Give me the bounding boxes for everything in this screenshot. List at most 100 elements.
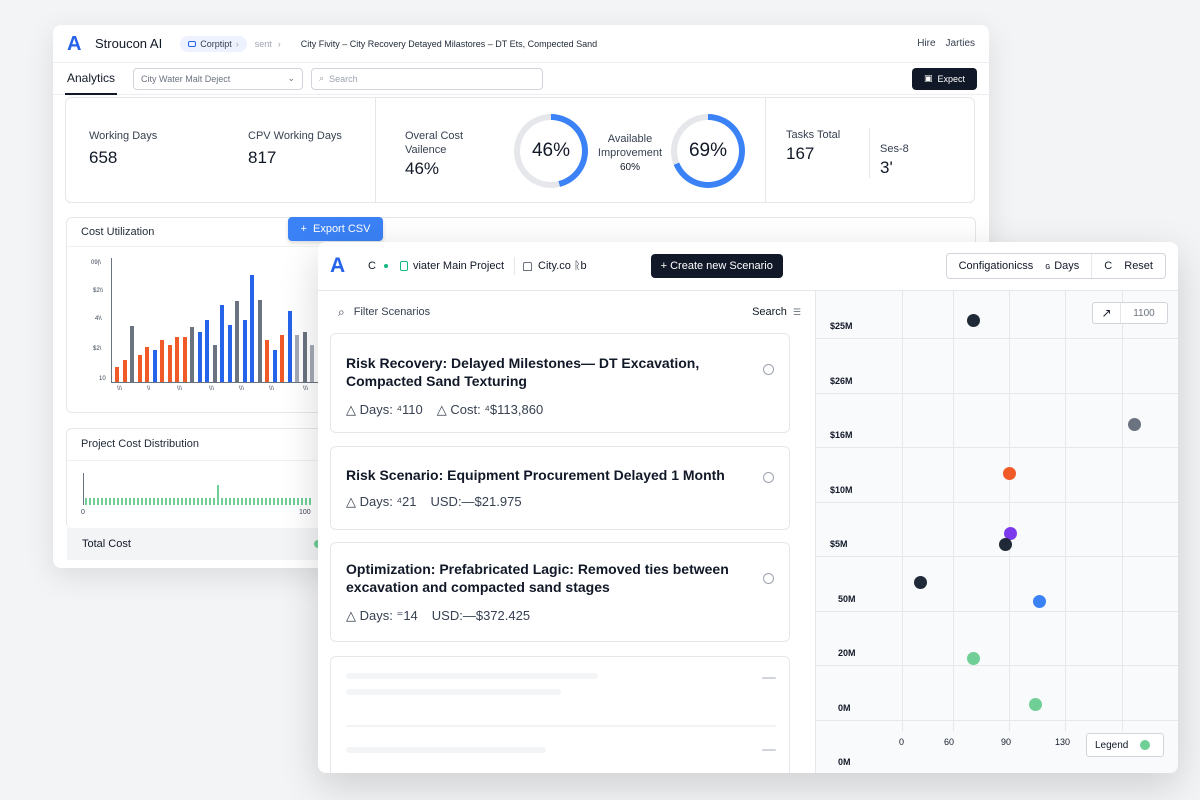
export-icon: ▣	[923, 73, 933, 83]
scenario-card[interactable]: Risk Recovery: Delayed Milestones— DT Ex…	[330, 333, 790, 433]
variance-donut: 46%	[514, 114, 588, 188]
cost-bar	[182, 337, 187, 382]
distribution-bar	[253, 498, 255, 505]
distribution-bar	[101, 498, 103, 505]
cost-bar	[265, 340, 269, 382]
scenario-days: Days: ⁴21	[359, 494, 417, 509]
triangle-icon: △	[346, 402, 360, 417]
distribution-bar	[197, 498, 199, 505]
reset-button[interactable]: C Reset	[1091, 254, 1165, 278]
scenario-cost: USD:—$21.975	[430, 494, 522, 509]
scenario-point[interactable]	[999, 537, 1013, 551]
distribution-bar	[229, 498, 231, 505]
x-tick: \\\	[177, 386, 183, 392]
grid-line	[1122, 291, 1123, 731]
city-name: City.co ᚱb	[538, 260, 587, 272]
distribution-bar	[105, 498, 107, 505]
cost-bar	[295, 335, 299, 382]
tasks-label: Tasks Total	[786, 129, 841, 141]
days-toggle[interactable]: ɢ Days	[1045, 254, 1091, 278]
scenario-point[interactable]	[1003, 466, 1016, 480]
list-filter-icon: ☰	[792, 306, 801, 317]
scenario-window: A C viater Main Project City.co ᚱb + Cre…	[318, 242, 1178, 773]
chevron-right-icon: ›	[235, 38, 239, 49]
distribution-bar	[277, 498, 279, 505]
x-tick: 100	[299, 509, 311, 516]
x-tick: \\\	[269, 386, 275, 392]
search-input[interactable]: ⌕ Search	[311, 67, 544, 90]
search-icon: ⌕	[338, 304, 345, 319]
select-radio[interactable]	[763, 573, 774, 584]
cost-bar	[235, 301, 239, 382]
scenario-point[interactable]	[913, 575, 927, 589]
filter-scenarios-input[interactable]: Filter Scenarios	[354, 306, 430, 318]
variance-donut-value: 46%	[520, 120, 582, 182]
scenario-title: Risk Recovery: Delayed Milestones— DT Ex…	[346, 355, 700, 389]
create-scenario-button[interactable]: + Create new Scenario	[650, 254, 783, 278]
distribution-bar	[221, 498, 223, 505]
search-icon: ⌕	[319, 73, 325, 83]
distribution-bar	[273, 498, 275, 505]
scenario-point[interactable]	[1032, 594, 1046, 608]
tab-analytics[interactable]: Analytics	[65, 63, 118, 95]
project-selector[interactable]: viater Main Project	[399, 260, 504, 272]
cost-bar	[272, 350, 277, 382]
configuration-button[interactable]: Configationicss	[947, 254, 1046, 278]
scenario-card[interactable]: Risk Scenario: Equipment Procurement Del…	[330, 446, 790, 530]
cost-bar	[115, 367, 119, 382]
y-tick: 09|\	[91, 260, 101, 266]
search-button[interactable]: Search ☰	[752, 306, 801, 318]
scenario-card[interactable]: Optimization: Prefabricated Lagic: Remov…	[330, 542, 790, 642]
x-tick: 0	[81, 509, 85, 516]
create-scenario-label: + Create new Scenario	[660, 260, 773, 272]
legend-label: Legend	[1095, 739, 1129, 751]
legend-button[interactable]: Legend	[1086, 733, 1164, 757]
zoom-value[interactable]: 1100	[1121, 303, 1167, 323]
distribution-bar	[173, 498, 175, 505]
distribution-bar	[121, 498, 123, 505]
distribution-bar	[217, 485, 219, 505]
grid-line	[1065, 291, 1066, 731]
plus-icon: +	[300, 223, 307, 235]
nav-link-jarties[interactable]: Jarties	[946, 38, 975, 49]
nav-link-hire[interactable]: Hire	[917, 38, 935, 49]
y-tick: $26M	[830, 375, 853, 386]
cost-bar	[250, 275, 254, 382]
x-tick: 0	[899, 737, 905, 747]
project-select[interactable]: City Water Malt Deject ⌄	[133, 67, 304, 90]
distribution-bar	[161, 498, 163, 505]
x-tick: 60	[944, 737, 955, 747]
scenario-point[interactable]	[1128, 417, 1141, 431]
y-tick: 4\\	[95, 316, 102, 322]
export-button[interactable]: ▣ Expect	[911, 67, 977, 90]
distribution-bar	[85, 498, 87, 505]
expand-icon[interactable]: ↗	[1093, 303, 1121, 323]
grid-line	[1009, 291, 1010, 731]
select-radio[interactable]	[763, 472, 774, 483]
search-placeholder: Search	[329, 73, 358, 84]
scenario-point[interactable]	[967, 314, 981, 328]
tasks-value: 167	[786, 144, 815, 163]
available-label: Available Improvement	[597, 133, 663, 159]
y-tick: 0M	[838, 702, 851, 713]
select-radio[interactable]	[763, 364, 774, 375]
back-icon[interactable]: C	[368, 260, 376, 272]
context-chip[interactable]: Corptipt ›	[180, 35, 247, 52]
distribution-bar	[193, 498, 195, 505]
overall-cost-value: 46%	[405, 159, 440, 178]
city-selector[interactable]: City.co ᚱb	[523, 260, 587, 272]
distribution-bar	[177, 498, 179, 505]
distribution-bar	[305, 498, 307, 505]
export-label: Expect	[937, 73, 965, 84]
scenario-point[interactable]	[967, 652, 981, 666]
distribution-bar	[145, 498, 147, 505]
export-csv-button[interactable]: + Export CSV	[288, 217, 383, 241]
scenario-point[interactable]	[1029, 698, 1043, 712]
cost-bar	[287, 311, 292, 382]
scenario-list-pane: ⌕ Filter Scenarios Search ☰ Risk Recover…	[318, 291, 815, 773]
grid-line	[816, 392, 1178, 394]
stat-working-days: Working Days 658 CPV Working Days 817	[66, 98, 376, 202]
export-csv-label: Export CSV	[312, 223, 371, 235]
cost-bar	[197, 332, 202, 382]
grid-line	[816, 665, 1178, 666]
